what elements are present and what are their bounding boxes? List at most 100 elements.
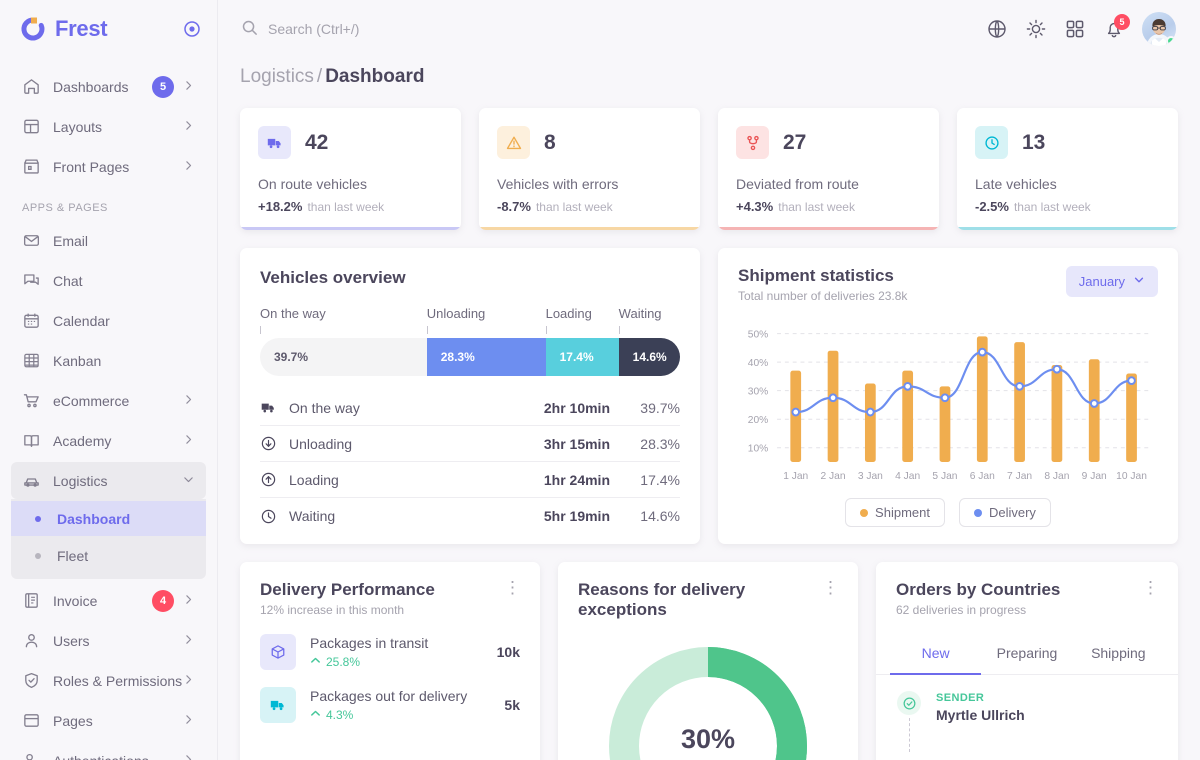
card-subtitle: 12% increase in this month [260,603,435,617]
chevron-down-icon [1133,274,1145,289]
stat-delta-value: +18.2% [258,199,302,214]
oc-entry-info: SENDER Myrtle Ullrich [936,691,1025,752]
stat-accent-bar [718,227,939,230]
stat-card-late-vehicles: 13 Late vehicles -2.5%than last week [957,108,1178,230]
avatar[interactable] [1142,12,1176,46]
sidebar-item-logistics-fleet[interactable]: Fleet [11,538,206,573]
sidebar-item-front-pages[interactable]: Front Pages [11,148,206,185]
sidebar-item-email[interactable]: Email [11,222,206,259]
storefront-icon [22,157,42,177]
svg-text:9 Jan: 9 Jan [1082,471,1107,482]
orders-by-countries-card: Orders by Countries 62 deliveries in pro… [876,562,1178,760]
stat-delta: -8.7%than last week [497,199,682,214]
tab-preparing[interactable]: Preparing [981,635,1072,675]
globe-icon[interactable] [986,18,1008,40]
legend-shipment[interactable]: Shipment [845,498,945,527]
stat-top: 8 [497,126,682,159]
sidebar-item-academy[interactable]: Academy [11,422,206,459]
item-change-value: 4.3% [326,708,353,722]
item-change: 4.3% [310,708,467,722]
tab-new[interactable]: New [890,635,981,675]
sidebar-section-apps-pages: Apps & Pages [0,188,217,222]
sidebar-item-users[interactable]: Users [11,622,206,659]
page-title: Dashboard [325,66,424,87]
more-vertical-icon[interactable]: ⋮ [1142,580,1158,594]
vo-bar-segment-unloading[interactable]: 28.3% [427,338,546,376]
stat-delta-note: than last week [1014,200,1091,214]
card-title: Shipment statistics [738,266,907,286]
topbar: Search (Ctrl+/) [218,0,1200,58]
sidebar-item-calendar[interactable]: Calendar [11,302,206,339]
bottom-row: Delivery Performance 12% increase in thi… [240,562,1178,760]
tab-shipping[interactable]: Shipping [1073,635,1164,675]
svg-text:7 Jan: 7 Jan [1007,471,1032,482]
box-icon [260,634,296,670]
vo-bar-segment-loading[interactable]: 17.4% [546,338,619,376]
sidebar-item-label: Calendar [53,313,110,329]
sidebar-submenu-logistics: Dashboard Fleet [11,499,206,579]
delivery-performance-card: Delivery Performance 12% increase in thi… [240,562,540,760]
sidebar-item-invoice[interactable]: Invoice 4 [11,582,206,619]
chat-icon [22,271,42,291]
sidebar-item-ecommerce[interactable]: eCommerce [11,382,206,419]
more-vertical-icon[interactable]: ⋮ [822,580,838,620]
stat-card-on-route-vehicles: 42 On route vehicles +18.2%than last wee… [240,108,461,230]
stat-delta: +4.3% than last week [736,199,921,214]
sidebar-item-roles-permissions[interactable]: Roles & Permissions [11,662,206,699]
month-selector-button[interactable]: January [1066,266,1158,297]
chevron-right-icon [182,433,195,449]
oc-header: Orders by Countries 62 deliveries in pro… [876,580,1178,617]
chevron-down-icon [182,473,195,489]
legend-delivery[interactable]: Delivery [959,498,1051,527]
row-label: On the way [289,400,360,416]
sidebar-item-pages[interactable]: Pages [11,702,206,739]
chevron-right-icon [182,633,195,649]
shipment-chart: 50%40%30%20%10%1 Jan2 Jan3 Jan4 Jan5 Jan… [738,317,1158,492]
oc-body: SENDER Myrtle Ullrich [876,675,1178,752]
pin-circle-icon[interactable] [183,20,201,38]
sidebar-subitem-label: Fleet [57,548,88,564]
mail-icon [22,231,42,251]
breadcrumb: Logistics/Dashboard [218,58,1200,88]
car-icon [22,471,42,491]
breadcrumb-parent[interactable]: Logistics [240,66,314,87]
chevron-right-icon [182,593,195,609]
stat-delta-value: +4.3% [736,199,773,214]
chevron-right-icon [182,673,195,689]
svg-text:1 Jan: 1 Jan [783,471,808,482]
vo-bar-segment-waiting[interactable]: 14.6% [619,338,680,376]
sidebar-item-dashboards[interactable]: Dashboards 5 [11,68,206,105]
row-time: 2hr 10min [480,400,610,416]
svg-text:5 Jan: 5 Jan [932,471,957,482]
sidebar-badge-invoice: 4 [152,590,174,612]
sidebar-item-logistics[interactable]: Logistics [11,462,206,499]
grid-apps-icon[interactable] [1064,18,1086,40]
sidebar-item-authentications[interactable]: Authentications [11,742,206,760]
card-subtitle: Total number of deliveries 23.8k [738,289,907,303]
sidebar-item-label: Kanban [53,353,101,369]
stat-label: Vehicles with errors [497,176,682,192]
card-title: Orders by Countries [896,580,1060,600]
sidebar-item-logistics-dashboard[interactable]: Dashboard [11,501,206,536]
donut-center-value: 30% [578,724,838,755]
sidebar-item-layouts[interactable]: Layouts [11,108,206,145]
sun-icon[interactable] [1025,18,1047,40]
bell-badge: 5 [1114,14,1130,30]
vo-legend-unloading: Unloading [427,306,546,336]
sidebar-item-label: Email [53,233,88,249]
list-item: Packages in transit 25.8% 10k [260,634,520,670]
sidebar-item-kanban[interactable]: Kanban [11,342,206,379]
card-title: Vehicles overview [260,268,680,288]
row-label: Waiting [289,508,335,524]
more-vertical-icon[interactable]: ⋮ [504,580,520,617]
search-input[interactable]: Search (Ctrl+/) [240,18,359,40]
sidebar: Frest Dashboards 5 [0,0,218,760]
sidebar-item-label: Roles & Permissions [53,673,182,689]
sidebar-item-chat[interactable]: Chat [11,262,206,299]
vo-bar-segment-on-the-way[interactable]: 39.7% [260,338,427,376]
brand[interactable]: Frest [0,0,217,58]
stat-delta-note: than last week [778,200,855,214]
bell-icon[interactable]: 5 [1103,18,1125,40]
vehicles-overview-list: On the way 2hr 10min 39.7% Unloading 3hr… [260,390,680,534]
stat-value: 42 [305,131,328,155]
